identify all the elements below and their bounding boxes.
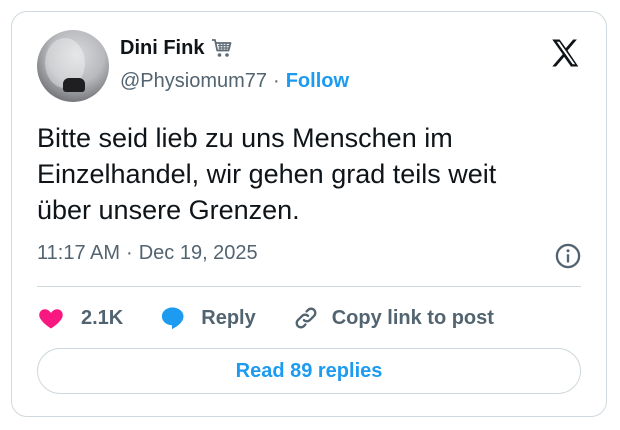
avatar[interactable] [37,30,109,102]
like-button[interactable]: 2.1K [37,304,123,332]
read-replies-button[interactable]: Read 89 replies [37,348,581,394]
heart-icon [39,309,63,329]
author-handle-row: @Physiomum77 · Follow [120,70,349,93]
link-icon [295,307,317,329]
tweet-date: Dec 19, 2025 [138,242,258,264]
action-bar: 2.1K Reply Copy link to post [37,302,494,334]
copy-link-label: Copy link to post [331,306,494,329]
divider [37,286,581,287]
copy-link-button[interactable]: Copy link to post [292,304,494,332]
info-icon[interactable] [554,242,582,270]
tweet-text: Bitte seid lieb zu uns Menschen im Einze… [37,123,497,225]
tweet-time: 11:17 AM [37,242,121,264]
reply-label: Reply [201,306,256,329]
tweet-card[interactable]: Dini Fink @Physiomum77 · Follow Bitte se… [11,11,607,417]
author-handle[interactable]: @Physiomum77 [120,70,267,93]
like-count: 2.1K [81,306,124,329]
author-name-row: Dini Fink [120,36,234,60]
tweet-timestamp[interactable]: 11:17 AM · Dec 19, 2025 [37,242,258,265]
date-separator: · [126,242,133,264]
x-logo-icon[interactable] [548,36,582,70]
shopping-cart-icon [212,39,232,57]
author-name[interactable]: Dini Fink [120,37,204,60]
speech-bubble-icon [162,307,184,330]
follow-button[interactable]: Follow [286,70,349,93]
avatar-object [63,78,85,92]
separator-dot: · [273,70,280,92]
reply-button[interactable]: Reply [159,304,256,332]
